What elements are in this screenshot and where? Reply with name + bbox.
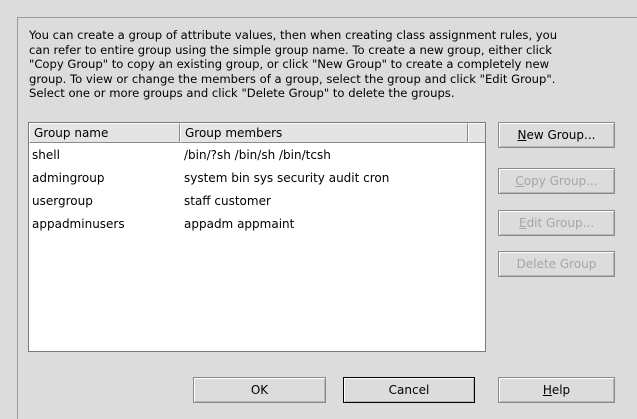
mnemonic-letter: E [518, 216, 527, 230]
button-label: opy Group... [523, 174, 598, 188]
group-name-cell: shell [32, 148, 60, 162]
new-group-button[interactable]: New Group... [498, 122, 615, 148]
group-name-cell: admingroup [32, 171, 105, 185]
ok-button[interactable]: OK [193, 377, 326, 403]
help-button[interactable]: Help [498, 377, 615, 403]
instructions-line: "Copy Group" to copy an existing group, … [29, 57, 550, 72]
button-label: ew Group... [526, 128, 596, 142]
mnemonic-letter: C [515, 174, 524, 188]
mnemonic-letter: H [542, 383, 552, 397]
delete-group-button[interactable]: Delete Group [498, 251, 615, 277]
column-header-group-name[interactable]: Group name [29, 123, 180, 143]
instructions-line: can refer to entire group using the simp… [29, 42, 552, 57]
cancel-button[interactable]: Cancel [343, 377, 475, 403]
group-name-cell: appadminusers [32, 217, 125, 231]
edit-group-button[interactable]: Edit Group... [498, 210, 615, 236]
table-header: Group name Group members [29, 123, 485, 143]
copy-group-button[interactable]: Copy Group... [498, 168, 615, 194]
group-name-cell: usergroup [32, 194, 93, 208]
group-members-cell: system bin sys security audit cron [184, 171, 390, 185]
button-label: elp [551, 383, 571, 397]
column-header-group-members[interactable]: Group members [180, 123, 468, 143]
column-header-filler [468, 123, 485, 143]
group-members-cell: appadm appmaint [184, 217, 295, 231]
instructions-line: group. To view or change the members of … [29, 71, 556, 86]
instructions-line: You can create a group of attribute valu… [29, 28, 558, 42]
table-row[interactable]: appadminusers appadm appmaint [29, 214, 485, 237]
button-label: OK [250, 383, 269, 397]
button-label: Delete Group [516, 257, 597, 271]
group-members-cell: /bin/?sh /bin/sh /bin/tcsh [184, 148, 331, 162]
instructions-text: You can create a group of attribute valu… [29, 28, 631, 101]
groups-table[interactable]: Group name Group members shell /bin/?sh … [28, 122, 486, 352]
group-members-cell: staff customer [184, 194, 271, 208]
table-row[interactable]: shell /bin/?sh /bin/sh /bin/tcsh [29, 145, 485, 168]
button-label: Cancel [388, 383, 430, 397]
table-body: shell /bin/?sh /bin/sh /bin/tcsh admingr… [29, 145, 485, 237]
instructions-line: Select one or more groups and click "Del… [29, 86, 455, 101]
button-label: dit Group... [526, 216, 595, 230]
table-row[interactable]: usergroup staff customer [29, 191, 485, 214]
table-row[interactable]: admingroup system bin sys security audit… [29, 168, 485, 191]
